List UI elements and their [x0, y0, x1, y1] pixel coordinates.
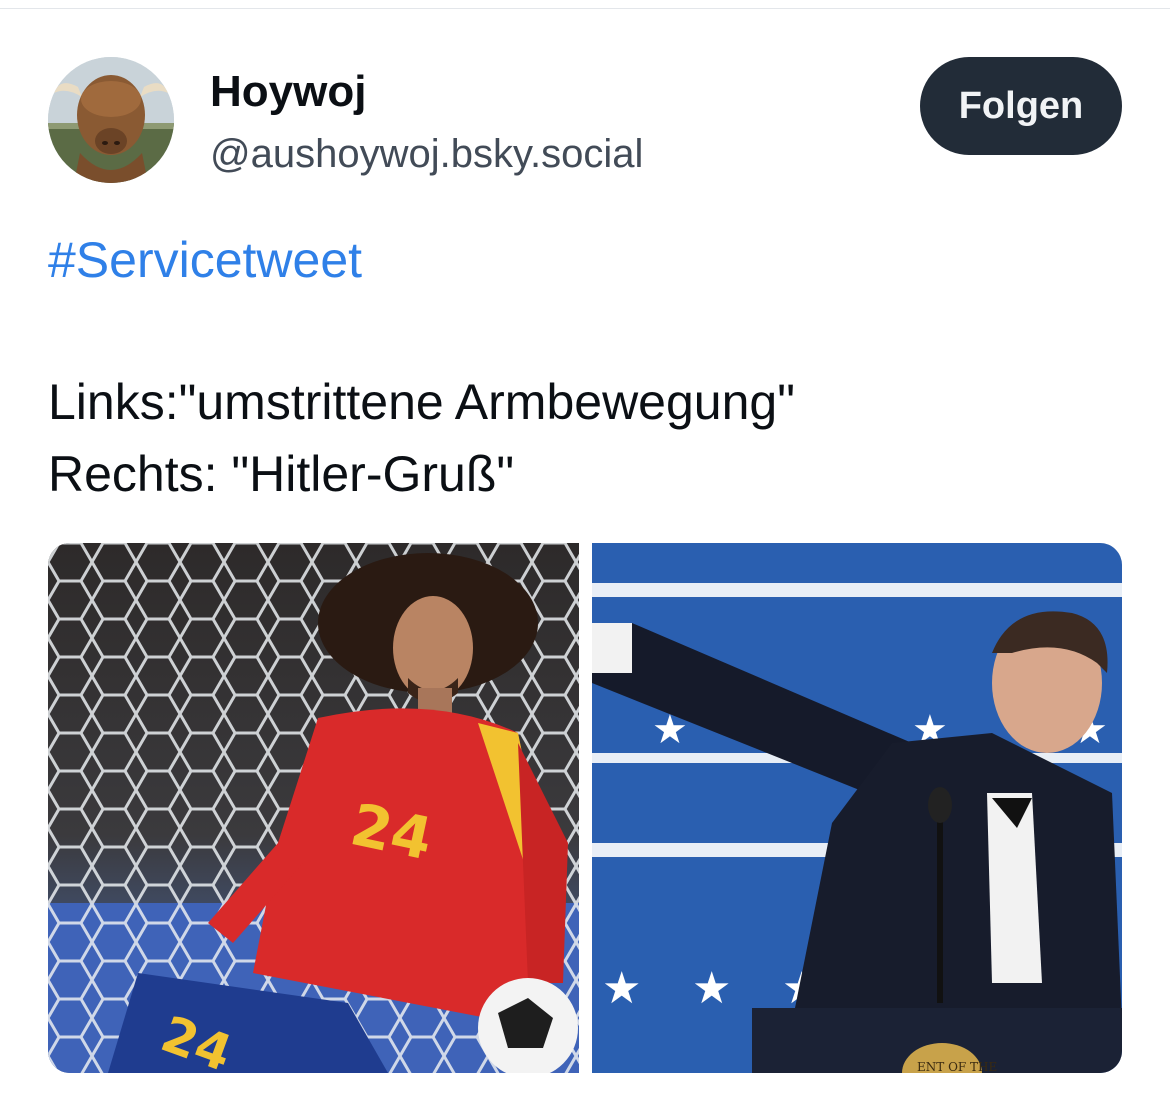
follow-button[interactable]: Folgen [920, 57, 1122, 155]
hashtag-link[interactable]: #Servicetweet [48, 230, 362, 290]
post-text-line-2: Rechts: "Hitler-Gruß" [48, 446, 515, 502]
author-display-name[interactable]: Hoywoj [210, 66, 366, 118]
author-handle[interactable]: @aushoywoj.bsky.social [210, 130, 643, 178]
soccer-player-photo[interactable]: 24 24 [48, 543, 579, 1073]
svg-text:★: ★ [602, 964, 641, 1013]
podium-seal-text: ENT OF THE [917, 1060, 997, 1073]
post-text-line-1: Links:"umstrittene Armbewegung" [48, 374, 795, 430]
highland-cow-avatar-icon [48, 57, 174, 183]
speaker-at-podium-photo[interactable]: ★ ★ ★ ★ ★ ★ ★ ENT OF THE [592, 543, 1122, 1073]
svg-text:★: ★ [692, 964, 731, 1013]
top-divider [0, 8, 1170, 9]
author-avatar[interactable] [48, 57, 174, 183]
